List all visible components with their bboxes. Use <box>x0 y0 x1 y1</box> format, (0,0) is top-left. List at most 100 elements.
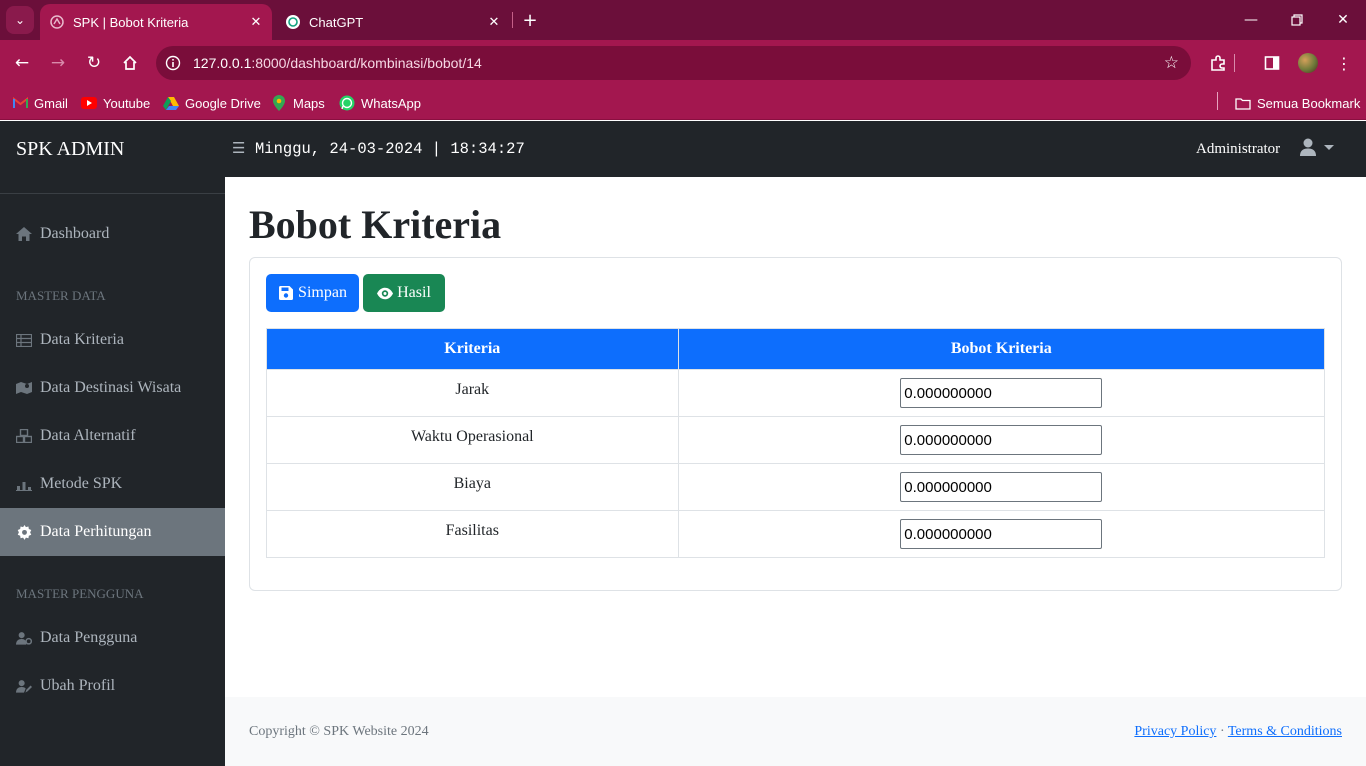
weight-input[interactable] <box>900 472 1103 502</box>
weight-input[interactable] <box>900 425 1103 455</box>
browser-profile-avatar[interactable] <box>1298 53 1318 73</box>
floppy-disk-icon <box>278 285 294 301</box>
bobot-card: Simpan Hasil Kriteria Bobot Kriteria Jar… <box>249 257 1342 591</box>
bookmark-whatsapp[interactable]: WhatsApp <box>339 93 421 113</box>
whatsapp-icon <box>339 95 355 111</box>
sidebar-item-metode-spk[interactable]: Metode SPK <box>0 460 225 508</box>
all-bookmarks-button[interactable]: Semua Bookmark <box>1235 93 1360 113</box>
tab-close-icon[interactable]: ✕ <box>246 12 266 32</box>
sidebar-heading-master-pengguna: MASTER PENGGUNA <box>16 586 144 601</box>
chatgpt-favicon-icon <box>285 14 301 30</box>
sidebar-item-data-perhitungan[interactable]: Data Perhitungan <box>0 508 225 556</box>
sidebar-item-label: Metode SPK <box>40 475 123 492</box>
footer-links: Privacy Policy · Terms & Conditions <box>1134 724 1342 740</box>
browser-tab-active[interactable]: SPK | Bobot Kriteria ✕ <box>40 4 272 40</box>
user-pen-icon <box>16 678 32 694</box>
cubes-icon <box>16 428 32 444</box>
close-window-icon[interactable]: ✕ <box>1320 0 1366 40</box>
gear-icon <box>16 524 32 540</box>
address-bar[interactable]: 127.0.0.1:8000/dashboard/kombinasi/bobot… <box>156 46 1191 80</box>
sidebar: Dashboard MASTER DATA Data Kriteria Data… <box>0 177 225 766</box>
sidebar-divider <box>0 193 225 194</box>
terms-conditions-link[interactable]: Terms & Conditions <box>1228 724 1342 739</box>
sidebar-item-label: Dashboard <box>40 225 110 242</box>
tab-close-icon[interactable]: ✕ <box>484 12 504 32</box>
weight-cell <box>677 416 1326 464</box>
bookmark-gmail[interactable]: Gmail <box>12 93 68 113</box>
criteria-weight-table: Kriteria Bobot Kriteria Jarak Waktu Oper… <box>266 328 1326 558</box>
sidebar-item-data-alternatif[interactable]: Data Alternatif <box>0 412 225 460</box>
browser-tab[interactable]: ChatGPT ✕ <box>276 4 510 40</box>
sidebar-item-data-destinasi-wisata[interactable]: Data Destinasi Wisata <box>0 364 225 412</box>
maps-pin-icon <box>271 95 287 111</box>
weight-input[interactable] <box>900 519 1103 549</box>
tab-divider <box>512 12 513 28</box>
user-name: Administrator <box>1196 141 1281 157</box>
table-row: Fasilitas <box>266 510 1326 558</box>
app-top-navbar: SPK ADMIN ☰ Minggu, 24-03-2024 | 18:34:2… <box>0 121 1366 177</box>
privacy-policy-link[interactable]: Privacy Policy <box>1134 724 1216 739</box>
criteria-name: Jarak <box>266 369 679 417</box>
home-icon[interactable] <box>115 48 145 78</box>
app-brand[interactable]: SPK ADMIN <box>16 138 124 161</box>
bookmarks-bar: Gmail Youtube Google Drive Maps WhatsApp… <box>0 86 1366 120</box>
sidebar-item-label: Data Destinasi Wisata <box>40 379 182 396</box>
table-row: Waktu Operasional <box>266 416 1326 464</box>
new-tab-icon[interactable]: + <box>518 8 542 32</box>
gmail-icon <box>12 95 28 111</box>
chevron-down-icon[interactable] <box>1324 145 1334 150</box>
restore-icon[interactable] <box>1274 0 1320 40</box>
table-header-row: Kriteria Bobot Kriteria <box>266 328 1326 370</box>
page-footer: Copyright © SPK Website 2024 Privacy Pol… <box>225 697 1366 766</box>
column-header-kriteria: Kriteria <box>266 328 679 370</box>
weight-cell <box>677 463 1326 511</box>
bookmark-star-icon[interactable]: ☆ <box>1164 53 1179 73</box>
criteria-name: Fasilitas <box>266 510 679 558</box>
map-icon <box>16 380 32 396</box>
weight-input[interactable] <box>900 378 1103 408</box>
user-dropdown-icon[interactable] <box>1298 137 1318 159</box>
table-row: Biaya <box>266 463 1326 511</box>
home-icon <box>16 226 32 242</box>
site-favicon-icon <box>49 14 65 30</box>
copyright-text: Copyright © SPK Website 2024 <box>249 724 429 739</box>
browser-tab-bar: ⌄ SPK | Bobot Kriteria ✕ ChatGPT ✕ + — ✕ <box>0 0 1366 40</box>
bookmark-maps[interactable]: Maps <box>271 93 325 113</box>
google-drive-icon <box>163 95 179 111</box>
weight-cell <box>677 369 1326 417</box>
toolbar-divider <box>1234 54 1235 72</box>
reload-icon[interactable]: ↻ <box>79 48 109 78</box>
weight-cell <box>677 510 1326 558</box>
sidebar-item-ubah-profil[interactable]: Ubah Profil <box>0 662 225 710</box>
bookmark-google-drive[interactable]: Google Drive <box>163 93 261 113</box>
table-icon <box>16 332 32 348</box>
sidebar-item-data-pengguna[interactable]: Data Pengguna <box>0 614 225 662</box>
footer-separator: · <box>1219 724 1225 739</box>
youtube-icon <box>81 95 97 111</box>
tab-title: SPK | Bobot Kriteria <box>73 14 189 30</box>
browser-toolbar: ← → ↻ 127.0.0.1:8000/dashboard/kombinasi… <box>0 40 1366 86</box>
sidebar-item-data-kriteria[interactable]: Data Kriteria <box>0 316 225 364</box>
sidebar-toggle-icon[interactable]: ☰ <box>232 139 245 157</box>
browser-menu-icon[interactable]: ⋮ <box>1332 52 1356 74</box>
extensions-icon[interactable] <box>1206 52 1230 74</box>
site-info-icon[interactable] <box>164 54 182 72</box>
back-icon[interactable]: ← <box>7 48 37 78</box>
bookmarks-divider <box>1217 92 1218 110</box>
sidebar-item-label: Data Alternatif <box>40 427 136 444</box>
eye-icon <box>377 285 394 301</box>
chart-icon <box>16 476 32 492</box>
result-button[interactable]: Hasil <box>363 274 445 312</box>
forward-icon[interactable]: → <box>43 48 73 78</box>
column-header-bobot: Bobot Kriteria <box>677 328 1326 370</box>
page-title: Bobot Kriteria <box>249 202 502 247</box>
sidebar-item-dashboard[interactable]: Dashboard <box>0 210 225 258</box>
sidebar-item-label: Ubah Profil <box>40 677 116 694</box>
bookmark-youtube[interactable]: Youtube <box>81 93 150 113</box>
table-row: Jarak <box>266 369 1326 417</box>
side-panel-icon[interactable] <box>1260 52 1284 74</box>
save-button[interactable]: Simpan <box>266 274 359 312</box>
minimize-icon[interactable]: — <box>1228 0 1274 40</box>
tab-search-button[interactable]: ⌄ <box>6 6 34 34</box>
main-content: Bobot Kriteria Simpan Hasil Kriteria Bob… <box>225 177 1366 697</box>
